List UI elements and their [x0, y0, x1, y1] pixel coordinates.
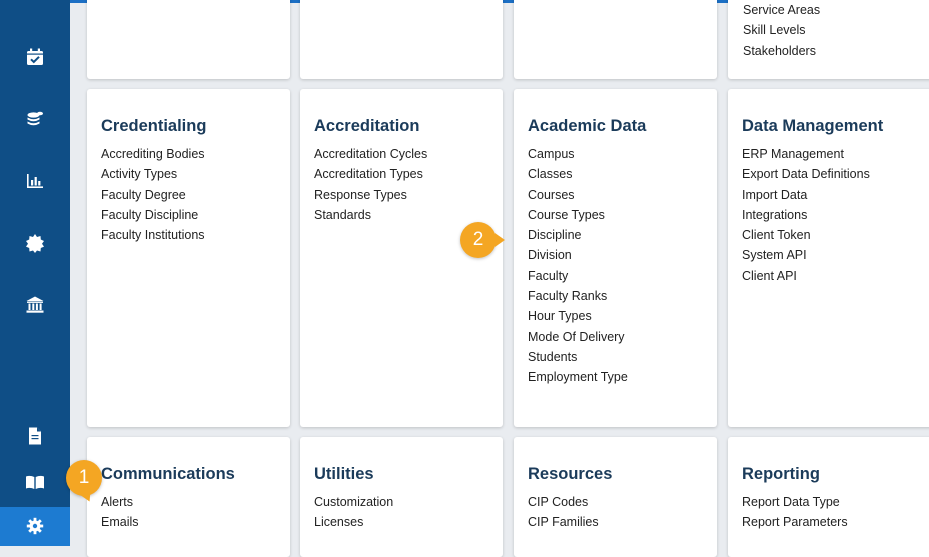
- link-faculty-ranks[interactable]: Faculty Ranks: [528, 286, 703, 306]
- card-title-credentialing: Credentialing: [101, 117, 207, 135]
- card-reporting: Reporting Report Data Type Report Parame…: [728, 437, 929, 557]
- list-item-stakeholders[interactable]: Stakeholders: [743, 41, 820, 61]
- top-card-2: [300, 0, 503, 79]
- calendar-check-icon[interactable]: [24, 46, 46, 68]
- link-erp-management[interactable]: ERP Management: [742, 144, 929, 164]
- coins-stack-icon[interactable]: [24, 108, 46, 130]
- link-mode-of-delivery[interactable]: Mode Of Delivery: [528, 327, 703, 347]
- link-accreditation-cycles[interactable]: Accreditation Cycles: [314, 144, 489, 164]
- card-credentialing: Credentialing Accrediting Bodies Activit…: [87, 89, 290, 427]
- link-courses[interactable]: Courses: [528, 185, 703, 205]
- link-alerts[interactable]: Alerts: [101, 492, 276, 512]
- link-licenses[interactable]: Licenses: [314, 512, 489, 532]
- link-employment-type[interactable]: Employment Type: [528, 367, 703, 387]
- callout-number-2: 2: [472, 229, 484, 250]
- card-title-data-management: Data Management: [742, 117, 884, 135]
- link-campus[interactable]: Campus: [528, 144, 703, 164]
- card-title-resources: Resources: [528, 465, 613, 483]
- link-classes[interactable]: Classes: [528, 164, 703, 184]
- link-accrediting-bodies[interactable]: Accrediting Bodies: [101, 144, 276, 164]
- top-card-1: [87, 0, 290, 79]
- card-title-utilities: Utilities: [314, 465, 374, 483]
- link-division[interactable]: Division: [528, 245, 703, 265]
- top-card-4: Service Areas Skill Levels Stakeholders: [728, 0, 929, 79]
- list-item-service-areas[interactable]: Service Areas: [743, 0, 820, 20]
- link-faculty-institutions[interactable]: Faculty Institutions: [101, 225, 276, 245]
- callout-marker-1: 1: [66, 460, 102, 496]
- bar-chart-icon[interactable]: [24, 170, 46, 192]
- document-icon[interactable]: [24, 425, 46, 447]
- link-hour-types[interactable]: Hour Types: [528, 306, 703, 326]
- link-response-types[interactable]: Response Types: [314, 185, 489, 205]
- callout-marker-2: 2: [460, 222, 505, 258]
- book-open-icon[interactable]: [24, 471, 46, 493]
- link-students[interactable]: Students: [528, 347, 703, 367]
- sidebar: [0, 0, 70, 546]
- link-accreditation-types[interactable]: Accreditation Types: [314, 164, 489, 184]
- card-utilities: Utilities Customization Licenses: [300, 437, 503, 557]
- badge-seal-icon[interactable]: [24, 232, 46, 254]
- top-card-4-list: Service Areas Skill Levels Stakeholders: [743, 0, 820, 61]
- institution-icon[interactable]: [24, 294, 46, 316]
- link-integrations[interactable]: Integrations: [742, 205, 929, 225]
- settings-grid: Service Areas Skill Levels Stakeholders …: [70, 0, 929, 557]
- link-import-data[interactable]: Import Data: [742, 185, 929, 205]
- link-client-api[interactable]: Client API: [742, 266, 929, 286]
- card-communications: Communications Alerts Emails: [87, 437, 290, 557]
- link-report-data-type[interactable]: Report Data Type: [742, 492, 929, 512]
- link-cip-codes[interactable]: CIP Codes: [528, 492, 703, 512]
- card-accreditation: Accreditation Accreditation Cycles Accre…: [300, 89, 503, 427]
- link-standards[interactable]: Standards: [314, 205, 489, 225]
- link-faculty-degree[interactable]: Faculty Degree: [101, 185, 276, 205]
- link-cip-families[interactable]: CIP Families: [528, 512, 703, 532]
- gear-icon[interactable]: [24, 515, 46, 537]
- link-course-types[interactable]: Course Types: [528, 205, 703, 225]
- link-activity-types[interactable]: Activity Types: [101, 164, 276, 184]
- card-title-accreditation: Accreditation: [314, 117, 420, 135]
- link-export-data-definitions[interactable]: Export Data Definitions: [742, 164, 929, 184]
- card-academic-data: Academic Data Campus Classes Courses Cou…: [514, 89, 717, 427]
- card-resources: Resources CIP Codes CIP Families: [514, 437, 717, 557]
- card-title-communications: Communications: [101, 465, 235, 483]
- link-faculty[interactable]: Faculty: [528, 266, 703, 286]
- top-card-3: [514, 0, 717, 79]
- card-title-reporting: Reporting: [742, 465, 820, 483]
- link-system-api[interactable]: System API: [742, 245, 929, 265]
- callout-number-1: 1: [78, 467, 90, 488]
- card-title-academic-data: Academic Data: [528, 117, 647, 135]
- link-client-token[interactable]: Client Token: [742, 225, 929, 245]
- link-faculty-discipline[interactable]: Faculty Discipline: [101, 205, 276, 225]
- link-report-parameters[interactable]: Report Parameters: [742, 512, 929, 532]
- list-item-skill-levels[interactable]: Skill Levels: [743, 20, 820, 40]
- link-customization[interactable]: Customization: [314, 492, 489, 512]
- card-data-management: Data Management ERP Management Export Da…: [728, 89, 929, 427]
- link-discipline[interactable]: Discipline: [528, 225, 703, 245]
- link-emails[interactable]: Emails: [101, 512, 276, 532]
